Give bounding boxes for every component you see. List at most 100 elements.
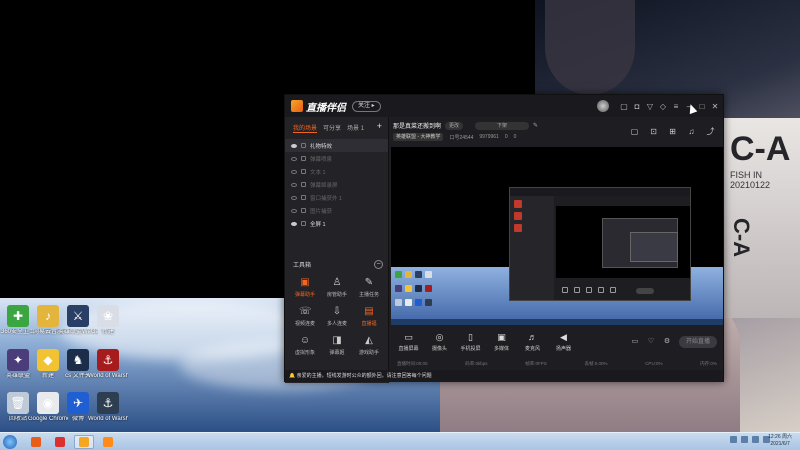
source-button[interactable]: ▭ 直播屏幕 xyxy=(395,332,422,352)
tool-item[interactable]: ☺ 虚拟形象 xyxy=(289,335,321,356)
scene-label: 弹幕喷泉 xyxy=(310,156,333,163)
share-icon[interactable]: ⤴ xyxy=(706,127,715,136)
tool-item[interactable]: ⇩ 多人连麦 xyxy=(321,306,353,327)
danmaku-box-icon: ◨ xyxy=(332,335,342,346)
room-title[interactable]: 那是真菜还搬到啊 xyxy=(393,121,441,130)
source-button[interactable]: ▣ 多媒体 xyxy=(488,332,515,352)
scene-source-icon xyxy=(301,221,306,226)
visibility-eye-icon[interactable] xyxy=(291,156,297,161)
menu-icon[interactable]: ≡ xyxy=(672,102,680,111)
scene-item[interactable]: 文本 1 xyxy=(285,165,388,178)
source-label: 扬声器 xyxy=(555,346,571,352)
tool-label: 弹幕姬 xyxy=(329,350,345,356)
poster-date: 20210122 xyxy=(730,180,771,190)
beauty-icon[interactable]: ♡ xyxy=(647,338,655,346)
tool-item[interactable]: ◭ 游戏助手 xyxy=(353,335,385,356)
tab-scene-1[interactable]: 场景 1 xyxy=(347,123,364,133)
maximize-icon[interactable]: □ xyxy=(698,102,706,111)
desktop-icon-label: World of Warships xyxy=(88,373,128,379)
camera-icon: ◎ xyxy=(435,332,444,342)
taskbar-app-button[interactable] xyxy=(50,435,70,449)
clock[interactable]: 12:26 周六 2021/6/7 xyxy=(768,434,792,448)
scene-item[interactable]: 弹幕喷泉 xyxy=(285,152,388,165)
scene-item[interactable]: 弹幕姬录屏 xyxy=(285,178,388,191)
lock-icon[interactable]: ⊡ xyxy=(649,127,658,136)
edit-icon[interactable]: ✎ xyxy=(533,122,538,129)
source-button[interactable]: ♬ 麦克风 xyxy=(519,332,546,352)
danmaku-icon: ▣ xyxy=(300,277,310,288)
tray-flag-icon[interactable] xyxy=(752,436,759,443)
preview-desktop-icon xyxy=(405,285,412,292)
desktop-icon[interactable]: ⚓ World of Warships xyxy=(88,349,128,380)
taskbar: 12:26 周六 2021/6/7 xyxy=(0,432,800,450)
tool-item[interactable]: ✎ 主播任务 xyxy=(353,277,385,298)
screenshot-icon[interactable]: ▢ xyxy=(630,127,639,136)
message-icon[interactable]: ▢ xyxy=(620,102,628,111)
add-scene-icon[interactable]: + xyxy=(377,122,382,133)
tool-label: 虚拟形象 xyxy=(294,350,315,356)
tab-shareable[interactable]: 可分享 xyxy=(323,123,341,133)
game-icon: ✦ xyxy=(7,349,29,371)
chrome-icon: ◉ xyxy=(37,392,59,414)
settings-gear-icon[interactable]: ⚙ xyxy=(663,338,671,346)
start-live-button[interactable]: 开始直播 xyxy=(678,336,717,348)
tool-item[interactable]: ▤ 直播福 xyxy=(353,306,385,327)
desktop-icon[interactable]: ❀ 新建 xyxy=(88,305,128,336)
unlist-button[interactable]: 下架 xyxy=(475,121,530,130)
source-label: 多媒体 xyxy=(493,346,509,352)
live-companion-window: 直播伴侣 关注 ▸ ▢ ◘ ▽ ◇ ≡ – □ ✕ 我的场景 可分享 场景 1 … xyxy=(284,94,724,383)
layout-icon[interactable]: ⊞ xyxy=(668,127,677,136)
add-tool-icon[interactable]: − xyxy=(374,260,383,269)
media-icon: ▣ xyxy=(497,332,506,342)
user-avatar[interactable] xyxy=(597,100,609,112)
start-button[interactable] xyxy=(3,435,17,449)
nested-preview-3 xyxy=(630,232,678,262)
source-button[interactable]: ▯ 手机投屏 xyxy=(457,332,484,352)
tool-item[interactable]: ▣ 弹幕助手 xyxy=(289,277,321,298)
desktop-icon[interactable]: ⚓ World of Warships xyxy=(88,392,128,423)
tray-network-icon[interactable] xyxy=(730,436,737,443)
title-bar[interactable]: 直播伴侣 关注 ▸ ▢ ◘ ▽ ◇ ≡ – □ ✕ xyxy=(285,95,723,117)
tool-item[interactable]: ◨ 弹幕姬 xyxy=(321,335,353,356)
camera-record-icon[interactable]: ▭ xyxy=(631,338,639,346)
tool-item[interactable]: ☏ 视频连麦 xyxy=(289,306,321,327)
visibility-eye-icon[interactable] xyxy=(291,143,297,148)
edit-title-button[interactable]: 更改 xyxy=(445,121,464,130)
stream-preview[interactable] xyxy=(391,147,723,325)
tray-volume-icon[interactable] xyxy=(741,436,748,443)
notice-bar: 🔔 亲爱的主播，短线发游时公众的额外回，请注意回答每个问题 xyxy=(285,370,723,382)
source-button[interactable]: ◀ 扬声器 xyxy=(550,332,577,352)
gift-icon[interactable]: ▽ xyxy=(646,102,654,111)
visibility-eye-icon[interactable] xyxy=(291,195,297,200)
taskbar-app-button[interactable] xyxy=(26,435,46,449)
close-icon[interactable]: ✕ xyxy=(711,102,719,111)
taskbar-app-button[interactable] xyxy=(74,435,94,449)
visibility-eye-icon[interactable] xyxy=(291,208,297,213)
tab-my-scenes[interactable]: 我的场景 xyxy=(293,123,318,133)
scene-item[interactable]: 全屏 1 xyxy=(285,217,388,230)
category-badge[interactable]: 英雄联盟 - 大神教学 xyxy=(393,133,444,141)
scene-item[interactable]: 礼物特效 xyxy=(285,139,388,152)
follow-button[interactable]: 关注 ▸ xyxy=(352,100,381,112)
bell-icon[interactable]: ♫ xyxy=(687,127,696,136)
tool-item[interactable]: ♙ 房管助手 xyxy=(321,277,353,298)
room-info: 那是真菜还搬到啊 更改 下架 ✎ 英雄联盟 - 大神教学 口号24544 997… xyxy=(391,117,723,145)
taskbar-app-button[interactable] xyxy=(98,435,118,449)
preview-desktop-icon xyxy=(405,271,412,278)
preview-nested-window xyxy=(509,187,691,301)
visibility-eye-icon[interactable] xyxy=(291,169,297,174)
visibility-eye-icon[interactable] xyxy=(291,182,297,187)
settings-icon[interactable]: ◇ xyxy=(659,102,667,111)
right-controls: ▭ ♡ ⚙ 开始直播 xyxy=(631,336,717,348)
scene-item[interactable]: 窗口捕获外 1 xyxy=(285,191,388,204)
skin-icon[interactable]: ◘ xyxy=(633,102,641,111)
scene-item[interactable]: 图片捕获 xyxy=(285,204,388,217)
speaker-icon: ◀ xyxy=(560,332,567,342)
system-tray xyxy=(730,436,770,443)
shield-icon: ✚ xyxy=(7,305,29,327)
scene-source-icon xyxy=(301,195,306,200)
preview-desktop-icon xyxy=(425,299,432,306)
visibility-eye-icon[interactable] xyxy=(291,221,297,226)
user-icon: ♙ xyxy=(332,277,342,288)
source-button[interactable]: ◎ 摄像头 xyxy=(426,332,453,352)
